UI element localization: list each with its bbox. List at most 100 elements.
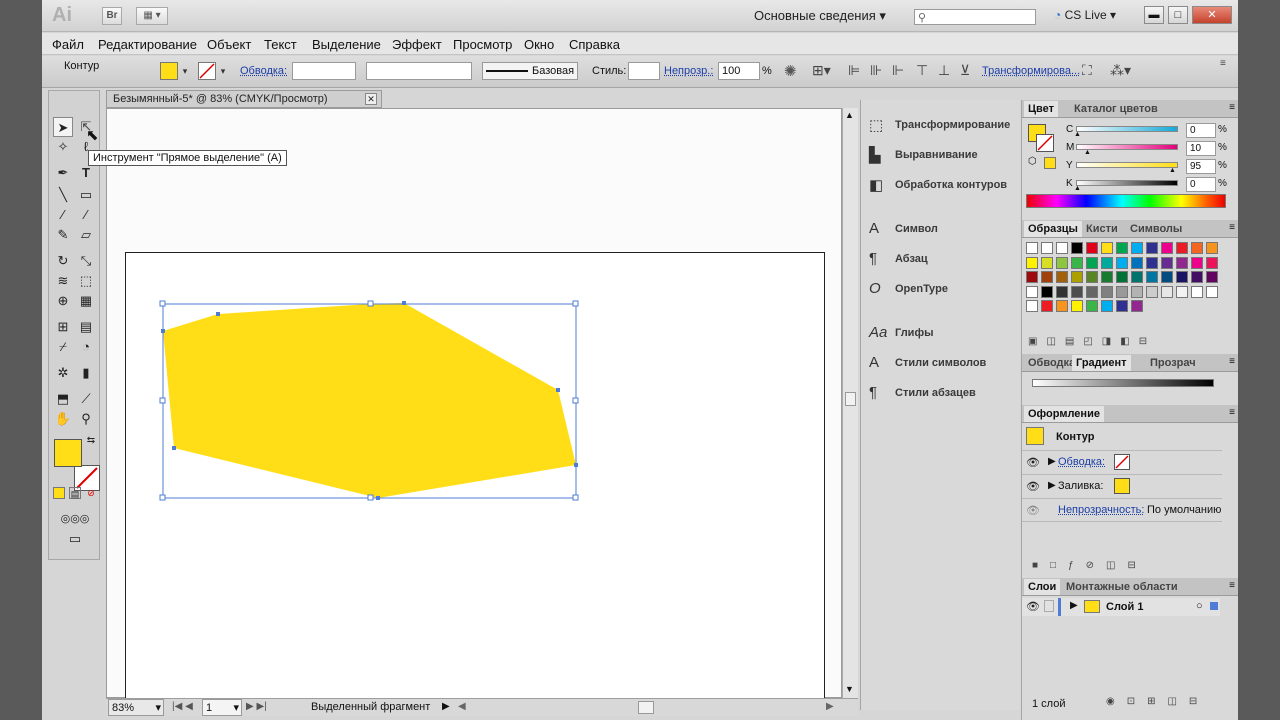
color-swatch[interactable] [1026, 271, 1038, 283]
tab-brushes[interactable]: Кисти [1082, 221, 1122, 237]
color-swatch[interactable] [1086, 256, 1098, 269]
recolor-artwork-icon[interactable]: ✺ [784, 62, 797, 80]
color-swatch[interactable] [1101, 271, 1113, 283]
pencil-icon[interactable]: ✎ [53, 225, 73, 245]
free-transform-icon[interactable]: ⬚ [76, 271, 96, 291]
draw-mode-icon[interactable]: ◎◎◎ [53, 509, 97, 529]
stroke-panel-link[interactable]: Обводка: [240, 65, 287, 77]
color-swatch[interactable] [1086, 271, 1098, 283]
panel-menu-icon[interactable]: ≡ [1229, 407, 1235, 418]
fill-box[interactable] [54, 439, 82, 467]
dock-character-styles[interactable]: Стили символов [895, 357, 986, 369]
channel-row-c[interactable]: C ▲ 0% [1022, 122, 1238, 140]
menu-select[interactable]: Выделение [312, 37, 381, 52]
appearance-opacity-row[interactable]: 👁 Непрозрачность: По умолчанию [1022, 498, 1222, 522]
color-swatch[interactable] [1131, 242, 1143, 254]
color-swatch[interactable] [1026, 285, 1038, 298]
align-right-icon[interactable]: ⊩ [892, 62, 904, 79]
gradient-tool-icon[interactable]: ▤ [76, 317, 96, 337]
color-swatch[interactable] [1101, 300, 1113, 312]
color-swatch[interactable] [1041, 242, 1053, 254]
menu-help[interactable]: Справка [569, 37, 620, 52]
color-swatch[interactable] [1041, 256, 1053, 269]
appearance-stroke-row[interactable]: 👁 ▶ Обводка: [1022, 450, 1222, 474]
perspective-grid-icon[interactable]: ▦ [76, 291, 96, 311]
color-swatch[interactable] [1101, 285, 1113, 298]
slice-tool-icon[interactable]: ⟋ [76, 389, 96, 409]
tab-gradient[interactable]: Градиент [1072, 355, 1131, 371]
color-swatch[interactable] [1101, 256, 1113, 269]
transform-panel-link[interactable]: Трансформирова... [982, 65, 1080, 77]
color-swatch[interactable] [1146, 242, 1158, 254]
menu-type[interactable]: Текст [264, 37, 297, 52]
color-swatch[interactable] [1206, 271, 1218, 283]
tab-color[interactable]: Цвет [1024, 101, 1059, 117]
first-artboard-icon[interactable]: |◀ ◀ [172, 701, 193, 712]
channel-row-y[interactable]: Y ▲ 95% [1022, 158, 1238, 176]
appearance-stroke-link[interactable]: Обводка: [1058, 456, 1105, 468]
color-swatch[interactable] [1056, 285, 1068, 298]
graphic-style-select[interactable] [628, 62, 660, 80]
color-swatch[interactable] [1131, 271, 1143, 283]
color-swatch[interactable] [1131, 300, 1143, 312]
layers-panel-buttons[interactable]: ◉⊡⊞◫⊟ [1106, 696, 1209, 707]
swap-colors-icon[interactable]: ⇆ [85, 435, 97, 447]
stroke-weight-field[interactable] [292, 62, 356, 80]
brush-definition-select[interactable]: Базовая [482, 62, 578, 80]
align-left-icon[interactable]: ⊫ [848, 62, 860, 79]
dock-glyphs[interactable]: Глифы [895, 327, 933, 339]
color-swatch[interactable] [1161, 271, 1173, 283]
selection-indicator[interactable] [1210, 602, 1218, 610]
color-swatch[interactable] [1116, 256, 1128, 269]
color-spectrum[interactable] [1026, 194, 1226, 208]
color-swatch[interactable] [1041, 300, 1053, 312]
dock-align[interactable]: Выравнивание [895, 149, 978, 161]
arrange-documents-button[interactable]: ▦ ▾ [136, 7, 168, 25]
graph-tool-icon[interactable]: ▮ [76, 363, 96, 383]
scroll-up-icon[interactable]: ▲ [845, 110, 854, 120]
lock-toggle[interactable] [1044, 600, 1054, 612]
panel-menu-icon[interactable]: ≡ [1229, 356, 1235, 367]
scale-tool-icon[interactable]: ⤡ [76, 251, 96, 271]
channel-slider-track[interactable] [1076, 126, 1178, 132]
line-tool-icon[interactable]: ╲ [53, 185, 73, 205]
color-swatch[interactable] [1056, 242, 1068, 254]
align-center-icon[interactable]: ⊪ [870, 62, 882, 79]
color-swatch[interactable] [1056, 271, 1068, 283]
tab-symbols[interactable]: Символы [1126, 221, 1186, 237]
expand-triangle-icon[interactable]: ▶ [1048, 456, 1056, 467]
expand-triangle-icon[interactable]: ▶ [1048, 480, 1056, 491]
screen-mode-icon[interactable]: ▭ [63, 529, 87, 549]
color-swatch[interactable] [1086, 285, 1098, 298]
warp-tool-icon[interactable]: ≋ [53, 271, 73, 291]
channel-slider-track[interactable] [1076, 162, 1178, 168]
slider-thumb-icon[interactable]: ▲ [1074, 131, 1081, 138]
channel-row-k[interactable]: K ▲ 0% [1022, 176, 1238, 194]
color-swatch[interactable] [1161, 242, 1173, 254]
pen-tool-icon[interactable]: ✒ [53, 163, 73, 183]
menu-object[interactable]: Объект [207, 37, 251, 52]
channel-value[interactable]: 95 [1186, 159, 1216, 174]
color-swatch[interactable] [1086, 242, 1098, 254]
dock-paragraph[interactable]: Абзац [895, 253, 928, 265]
color-swatch[interactable] [1191, 242, 1203, 254]
menu-view[interactable]: Просмотр [453, 37, 512, 52]
zoom-field[interactable]: 83% ▾ [108, 699, 164, 716]
color-swatch[interactable] [1116, 300, 1128, 312]
color-swatch[interactable] [1086, 300, 1098, 312]
align-middle-icon[interactable]: ⊥ [938, 62, 950, 79]
scroll-right-icon[interactable]: ▶ [826, 701, 834, 712]
scroll-left-icon[interactable]: ◀ [458, 701, 466, 712]
blend-tool-icon[interactable]: ◔ [76, 337, 96, 357]
scroll-thumb[interactable] [845, 392, 856, 406]
vertical-scrollbar[interactable]: ▲ ▼ [842, 108, 858, 698]
swatch-panel-buttons[interactable]: ▣◫▤◰◨◧⊟ [1028, 336, 1218, 347]
opacity-field[interactable]: 100 [718, 62, 760, 80]
reference-point-icon[interactable]: ⊞▾ [812, 62, 831, 79]
minimize-button[interactable]: ▬ [1144, 6, 1164, 24]
eyedropper-icon[interactable]: ⌿ [53, 337, 73, 357]
color-swatch[interactable] [1146, 271, 1158, 283]
color-swatch[interactable] [1071, 271, 1083, 283]
artboard-tool-icon[interactable]: ⬒ [53, 389, 73, 409]
artboard-number-field[interactable]: 1 ▾ [202, 699, 242, 716]
